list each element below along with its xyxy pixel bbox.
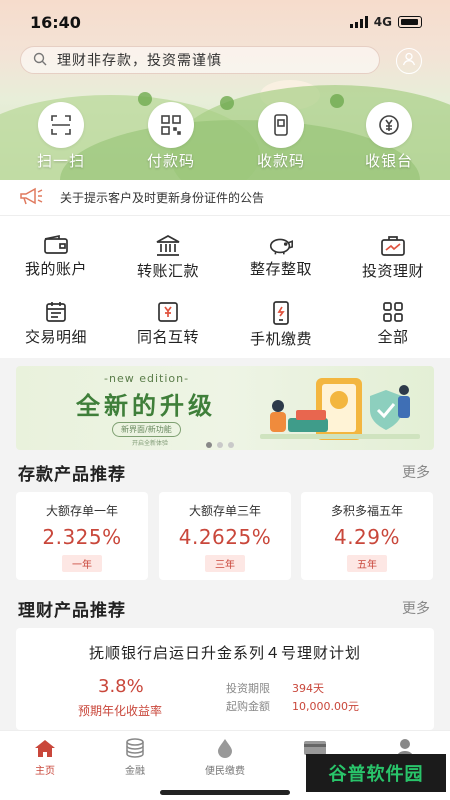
search-icon bbox=[33, 51, 47, 70]
yen-card-icon bbox=[154, 300, 182, 324]
network-label: 4G bbox=[373, 15, 392, 29]
quick-action-cashier[interactable]: 收银台 bbox=[354, 102, 424, 171]
deposit-term-tag: 三年 bbox=[205, 555, 245, 572]
deposit-term-tag: 五年 bbox=[347, 555, 387, 572]
deposit-card[interactable]: 多积多福五年 4.29% 五年 bbox=[301, 492, 433, 580]
status-indicators: 4G bbox=[349, 15, 422, 29]
cashier-icon bbox=[366, 102, 412, 148]
site-watermark: 谷普软件园 bbox=[306, 754, 446, 792]
menu-item-fixed-deposit[interactable]: 整存整取 bbox=[225, 216, 337, 278]
deposit-name: 多积多福五年 bbox=[330, 504, 403, 518]
receive-code-icon bbox=[258, 102, 304, 148]
menu-item-transfer[interactable]: 转账汇款 bbox=[112, 216, 224, 280]
menu-item-same-name-transfer[interactable]: 同名互转 bbox=[112, 282, 224, 346]
announcement-text: 关于提示客户及时更新身份证件的公告 bbox=[60, 191, 265, 205]
search-bar[interactable]: 理财非存款，投资需谨慎 bbox=[20, 46, 380, 74]
menu-item-my-account[interactable]: 我的账户 bbox=[0, 216, 112, 278]
page-dot bbox=[206, 442, 212, 448]
menu-item-transactions[interactable]: 交易明细 bbox=[0, 282, 112, 346]
coins-icon bbox=[122, 737, 148, 759]
tab-label: 金融 bbox=[125, 766, 145, 777]
deposit-name: 大额存单三年 bbox=[188, 504, 261, 518]
menu-item-label: 我的账户 bbox=[24, 260, 87, 278]
feature-menu: 我的账户 转账汇款 整存整取 投资理财 交易明细 同名互转 手机缴费 全部 bbox=[0, 216, 450, 358]
tab-finance[interactable]: 金融 bbox=[90, 737, 180, 777]
signal-icon bbox=[349, 16, 368, 28]
wealth-rate-label: 预期年化收益率 bbox=[78, 704, 163, 718]
menu-item-investment[interactable]: 投资理财 bbox=[337, 216, 449, 280]
deposit-name: 大额存单一年 bbox=[45, 504, 118, 518]
tab-payments[interactable]: 便民缴费 bbox=[180, 737, 270, 777]
deposit-rate: 4.2625% bbox=[178, 525, 272, 549]
user-icon bbox=[401, 51, 417, 71]
menu-item-label: 全部 bbox=[377, 328, 409, 346]
banner-subtitle: 新界面/新功能 bbox=[112, 422, 181, 437]
deposit-rate: 4.29% bbox=[333, 525, 401, 549]
menu-item-label: 投资理财 bbox=[361, 262, 424, 280]
menu-item-label: 同名互转 bbox=[136, 328, 199, 346]
investment-chart-icon bbox=[379, 234, 407, 258]
hero-tree bbox=[330, 94, 344, 108]
phone-icon bbox=[267, 300, 295, 326]
deposit-card[interactable]: 大额存单一年 2.325% 一年 bbox=[16, 492, 148, 580]
min-amount-label: 起购金额 bbox=[226, 700, 270, 713]
water-drop-icon bbox=[212, 737, 238, 759]
hero-tree bbox=[220, 96, 234, 110]
menu-item-label: 手机缴费 bbox=[249, 330, 312, 348]
page-dot bbox=[228, 442, 234, 448]
watermark-text: 谷普软件园 bbox=[328, 764, 424, 785]
tab-label: 主页 bbox=[35, 766, 55, 777]
wealth-product-name: 抚顺银行启运日升金系列４号理财计划 bbox=[88, 644, 361, 662]
calendar-icon bbox=[42, 300, 70, 324]
deposit-more-link[interactable]: 更多 bbox=[402, 462, 430, 482]
scan-icon bbox=[38, 102, 84, 148]
quick-action-scan[interactable]: 扫一扫 bbox=[26, 102, 96, 171]
banner-headline: 全新的升级 bbox=[76, 392, 216, 420]
wealth-section-title: 理财产品推荐 bbox=[18, 601, 126, 621]
piggy-bank-icon bbox=[267, 234, 295, 256]
status-bar: 16:40 4G bbox=[0, 0, 450, 44]
deposit-rate: 2.325% bbox=[42, 525, 122, 549]
status-time: 16:40 bbox=[30, 12, 81, 32]
menu-item-label: 交易明细 bbox=[24, 328, 87, 346]
deposit-section-title: 存款产品推荐 bbox=[18, 465, 126, 485]
promo-banner[interactable]: -new edition- 全新的升级 新界面/新功能 开启全新体验 bbox=[16, 366, 434, 450]
quick-action-receive-code[interactable]: 收款码 bbox=[246, 102, 316, 171]
profile-button[interactable] bbox=[396, 48, 422, 74]
quick-action-pay-code[interactable]: 付款码 bbox=[136, 102, 206, 171]
menu-item-mobile-payment[interactable]: 手机缴费 bbox=[225, 282, 337, 348]
deposit-card[interactable]: 大额存单三年 4.2625% 三年 bbox=[159, 492, 291, 580]
banner-illustration bbox=[260, 378, 420, 440]
grid-icon bbox=[379, 300, 407, 324]
wealth-product-card[interactable]: 抚顺银行启运日升金系列４号理财计划 3.8% 预期年化收益率 投资期限 394天… bbox=[16, 628, 434, 730]
quick-action-label: 扫一扫 bbox=[36, 152, 85, 170]
wealth-product-rate: 3.8% bbox=[98, 676, 144, 697]
banner-pagination bbox=[206, 442, 234, 448]
quick-action-label: 付款码 bbox=[146, 152, 195, 170]
search-placeholder: 理财非存款，投资需谨慎 bbox=[57, 53, 222, 69]
wallet-icon bbox=[42, 234, 70, 256]
battery-icon bbox=[398, 16, 422, 28]
min-amount-value: 10,000.00元 bbox=[292, 700, 359, 713]
tab-home[interactable]: 主页 bbox=[0, 737, 90, 777]
wealth-more-link[interactable]: 更多 bbox=[402, 598, 430, 618]
banner-tagline: 开启全新体验 bbox=[132, 440, 169, 447]
quick-action-label: 收款码 bbox=[256, 152, 305, 170]
banner-edition: -new edition- bbox=[104, 372, 190, 385]
menu-item-label: 整存整取 bbox=[249, 260, 312, 278]
megaphone-icon bbox=[18, 186, 44, 210]
quick-action-label: 收银台 bbox=[364, 152, 413, 170]
qr-code-icon bbox=[148, 102, 194, 148]
page-dot bbox=[217, 442, 223, 448]
menu-item-label: 转账汇款 bbox=[136, 262, 199, 280]
home-indicator[interactable] bbox=[160, 790, 290, 795]
home-icon bbox=[32, 737, 58, 759]
tab-label: 便民缴费 bbox=[205, 766, 245, 777]
period-value: 394天 bbox=[292, 682, 324, 695]
menu-item-all[interactable]: 全部 bbox=[337, 282, 449, 346]
period-label: 投资期限 bbox=[226, 682, 270, 695]
bank-icon bbox=[154, 234, 182, 258]
announcement-bar[interactable]: 关于提示客户及时更新身份证件的公告 bbox=[0, 180, 450, 216]
deposit-term-tag: 一年 bbox=[62, 555, 102, 572]
